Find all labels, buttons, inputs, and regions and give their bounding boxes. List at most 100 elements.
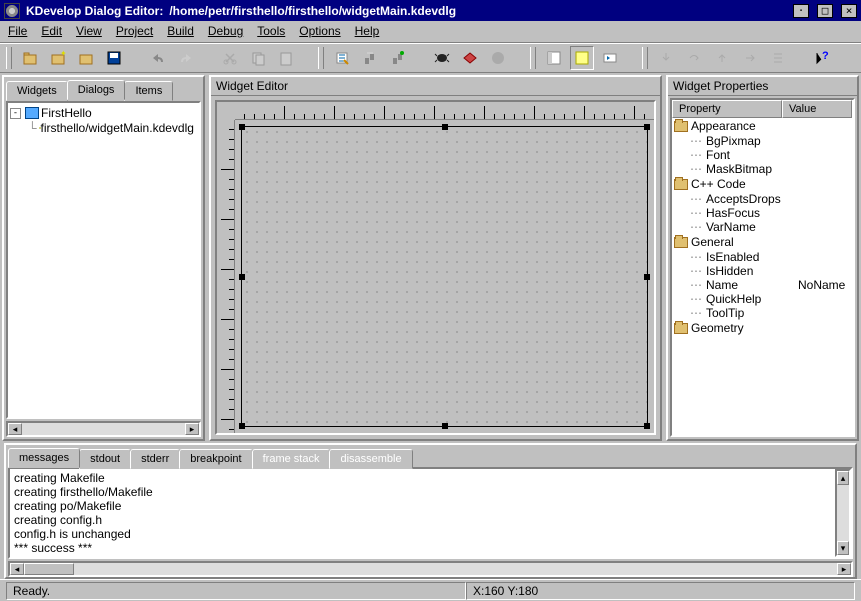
prop-group-geometry[interactable]: Geometry bbox=[672, 320, 853, 336]
scroll-right-icon[interactable]: ▸ bbox=[837, 563, 851, 575]
design-canvas-wrap bbox=[215, 100, 656, 435]
menu-options[interactable]: Options bbox=[299, 24, 340, 38]
project-tree[interactable]: - FirstHello └ firsthello/widgetMain.kde… bbox=[6, 101, 201, 419]
view-preview-icon[interactable] bbox=[598, 46, 622, 70]
minimize-button[interactable]: · bbox=[793, 4, 809, 18]
compile-icon[interactable] bbox=[330, 46, 354, 70]
open-folder-2-icon[interactable] bbox=[74, 46, 98, 70]
col-property[interactable]: Property bbox=[672, 100, 782, 118]
prop-name: ToolTip bbox=[706, 306, 798, 320]
toolbar-grip[interactable] bbox=[6, 47, 12, 69]
step-out-icon[interactable] bbox=[710, 46, 734, 70]
prop-item[interactable]: ⋯Font bbox=[672, 148, 853, 162]
vertical-ruler[interactable] bbox=[217, 120, 235, 433]
menu-edit[interactable]: Edit bbox=[41, 24, 62, 38]
horizontal-ruler[interactable] bbox=[235, 102, 654, 120]
prop-group-c-code[interactable]: C++ Code bbox=[672, 176, 853, 192]
redo-icon[interactable] bbox=[174, 46, 198, 70]
stop-icon[interactable] bbox=[486, 46, 510, 70]
messages-vscroll[interactable]: ▴ ▾ bbox=[835, 469, 851, 557]
step-over-icon[interactable] bbox=[682, 46, 706, 70]
tab-items[interactable]: Items bbox=[124, 81, 173, 101]
open-folder-sparkle-icon[interactable]: ✦ bbox=[46, 46, 70, 70]
prop-name: Font bbox=[706, 148, 798, 162]
tab-breakpoint[interactable]: breakpoint bbox=[179, 449, 252, 469]
prop-item[interactable]: ⋯MaskBitmap bbox=[672, 162, 853, 176]
run-icon[interactable] bbox=[458, 46, 482, 70]
view-output-icon[interactable] bbox=[570, 46, 594, 70]
open-file-icon[interactable] bbox=[18, 46, 42, 70]
menu-build[interactable]: Build bbox=[167, 24, 194, 38]
properties-body[interactable]: Property Value Appearance⋯BgPixmap⋯Font⋯… bbox=[670, 98, 855, 437]
prop-group-appearance[interactable]: Appearance bbox=[672, 118, 853, 134]
tab-dialogs[interactable]: Dialogs bbox=[67, 80, 126, 100]
toolbar-grip-2[interactable] bbox=[318, 47, 324, 69]
scroll-left-icon[interactable]: ◂ bbox=[8, 423, 22, 435]
tree-root[interactable]: - FirstHello bbox=[10, 105, 197, 121]
resize-handle-ne[interactable] bbox=[644, 124, 650, 130]
prop-item[interactable]: ⋯ToolTip bbox=[672, 306, 853, 320]
message-line: creating Makefile bbox=[14, 471, 831, 485]
menu-view[interactable]: View bbox=[76, 24, 102, 38]
view-tree-icon[interactable] bbox=[542, 46, 566, 70]
messages-text[interactable]: creating Makefilecreating firsthello/Mak… bbox=[10, 469, 835, 557]
step-next-icon[interactable] bbox=[738, 46, 762, 70]
prop-item[interactable]: ⋯BgPixmap bbox=[672, 134, 853, 148]
prop-group-general[interactable]: General bbox=[672, 234, 853, 250]
help-icon[interactable]: ? bbox=[810, 46, 834, 70]
resize-handle-n[interactable] bbox=[442, 124, 448, 130]
scroll-left-icon[interactable]: ◂ bbox=[10, 563, 24, 575]
tree-item[interactable]: └ firsthello/widgetMain.kdevdlg bbox=[28, 121, 197, 135]
prop-name: MaskBitmap bbox=[706, 162, 798, 176]
design-canvas[interactable] bbox=[241, 126, 648, 427]
scroll-down-icon[interactable]: ▾ bbox=[837, 541, 849, 555]
tab-disassemble[interactable]: disassemble bbox=[329, 449, 412, 469]
menu-file[interactable]: File bbox=[8, 24, 27, 38]
toolbar-grip-4[interactable] bbox=[642, 47, 648, 69]
prop-item[interactable]: ⋯IsEnabled bbox=[672, 250, 853, 264]
resize-handle-se[interactable] bbox=[644, 423, 650, 429]
scroll-up-icon[interactable]: ▴ bbox=[837, 471, 849, 485]
copy-icon[interactable] bbox=[246, 46, 270, 70]
prop-item[interactable]: ⋯VarName bbox=[672, 220, 853, 234]
close-button[interactable]: × bbox=[841, 4, 857, 18]
prop-name: HasFocus bbox=[706, 206, 798, 220]
debug-icon[interactable] bbox=[430, 46, 454, 70]
cut-icon[interactable] bbox=[218, 46, 242, 70]
paste-icon[interactable] bbox=[274, 46, 298, 70]
col-value[interactable]: Value bbox=[782, 100, 852, 118]
prop-item[interactable]: ⋯IsHidden bbox=[672, 264, 853, 278]
menu-help[interactable]: Help bbox=[355, 24, 380, 38]
save-icon[interactable] bbox=[102, 46, 126, 70]
left-hscroll[interactable]: ◂ ▸ bbox=[6, 421, 201, 437]
tab-messages[interactable]: messages bbox=[8, 448, 80, 468]
resize-handle-e[interactable] bbox=[644, 274, 650, 280]
step-instruction-icon[interactable] bbox=[766, 46, 790, 70]
prop-item[interactable]: ⋯NameNoName bbox=[672, 278, 853, 292]
scroll-right-icon[interactable]: ▸ bbox=[185, 423, 199, 435]
resize-handle-nw[interactable] bbox=[239, 124, 245, 130]
step-into-icon[interactable] bbox=[654, 46, 678, 70]
menu-debug[interactable]: Debug bbox=[208, 24, 243, 38]
tab-widgets[interactable]: Widgets bbox=[6, 81, 68, 101]
prop-name: IsHidden bbox=[706, 264, 798, 278]
menu-project[interactable]: Project bbox=[116, 24, 153, 38]
prop-item[interactable]: ⋯AcceptsDrops bbox=[672, 192, 853, 206]
menu-tools[interactable]: Tools bbox=[257, 24, 285, 38]
maximize-button[interactable]: □ bbox=[817, 4, 833, 18]
resize-handle-sw[interactable] bbox=[239, 423, 245, 429]
tab-framestack[interactable]: frame stack bbox=[252, 449, 331, 469]
build-icon[interactable] bbox=[358, 46, 382, 70]
message-line: creating po/Makefile bbox=[14, 499, 831, 513]
prop-item[interactable]: ⋯QuickHelp bbox=[672, 292, 853, 306]
undo-icon[interactable] bbox=[146, 46, 170, 70]
prop-item[interactable]: ⋯HasFocus bbox=[672, 206, 853, 220]
resize-handle-w[interactable] bbox=[239, 274, 245, 280]
tab-stderr[interactable]: stderr bbox=[130, 449, 180, 469]
collapse-icon[interactable]: - bbox=[10, 108, 21, 119]
toolbar-grip-3[interactable] bbox=[530, 47, 536, 69]
messages-hscroll[interactable]: ◂ ▸ bbox=[8, 561, 853, 577]
tab-stdout[interactable]: stdout bbox=[79, 449, 131, 469]
resize-handle-s[interactable] bbox=[442, 423, 448, 429]
rebuild-icon[interactable] bbox=[386, 46, 410, 70]
